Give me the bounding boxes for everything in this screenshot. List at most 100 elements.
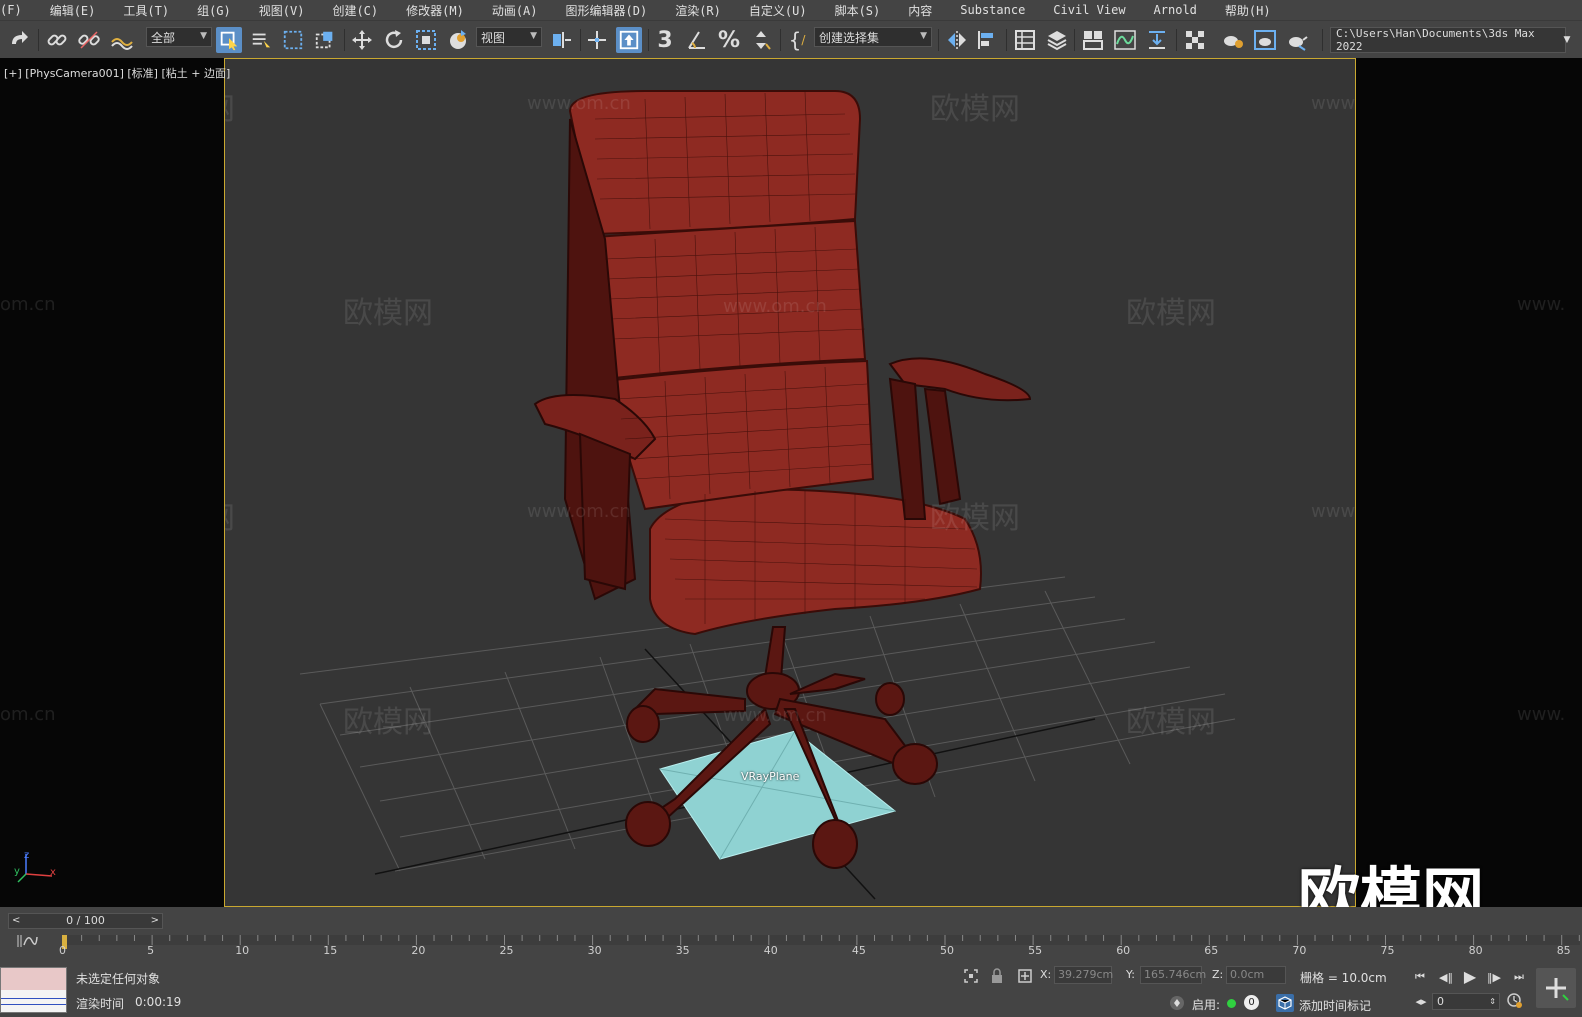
- active-viewport[interactable]: 欧模网 www.om.cn 欧模网 www.om.cn 欧模网 www.om.c…: [224, 58, 1356, 907]
- chevron-right-icon[interactable]: >: [151, 914, 159, 928]
- maxscript-listener-mini[interactable]: [0, 967, 67, 1013]
- watermark-text: 欧模网: [930, 92, 1020, 127]
- enable-count-badge[interactable]: 0: [1244, 995, 1259, 1010]
- chevron-down-icon[interactable]: ▼: [1558, 31, 1576, 49]
- mini-curve-editor-button[interactable]: [16, 933, 40, 953]
- render-time-value: 0:00:19: [135, 995, 182, 1009]
- adaptive-degradation-button[interactable]: [1168, 994, 1186, 1012]
- play-button[interactable]: ▶: [1461, 967, 1479, 986]
- x-coordinate-field[interactable]: 39.279cm: [1054, 966, 1113, 984]
- curve-editor-button[interactable]: [1112, 26, 1138, 54]
- named-selection-dropdown[interactable]: 创建选择集 ▼: [814, 27, 932, 47]
- selection-filter-dropdown[interactable]: 全部 ▼: [146, 27, 212, 47]
- percent-snap-button[interactable]: %: [716, 26, 742, 54]
- layer-explorer-button[interactable]: [1044, 26, 1070, 54]
- scale-button[interactable]: [413, 26, 439, 54]
- edit-named-selection-button[interactable]: {/: [784, 26, 810, 54]
- selection-lock-button[interactable]: [988, 967, 1006, 985]
- link-button[interactable]: [44, 26, 70, 54]
- menu-graph-editors[interactable]: 图形编辑器(D): [566, 2, 648, 19]
- add-time-tag-label[interactable]: 添加时间标记: [1299, 997, 1371, 1014]
- render-setup-button[interactable]: [1220, 26, 1246, 54]
- step-forward-icon: ‖▶︎: [1487, 970, 1501, 984]
- current-frame-field[interactable]: 0 ⇕: [1432, 993, 1500, 1010]
- menu-rendering[interactable]: 渲染(R): [675, 2, 721, 19]
- key-mode-toggle[interactable]: ◂▸: [1412, 992, 1430, 1010]
- viewport-navigation-button[interactable]: [1536, 968, 1576, 1008]
- scene-explorer-button[interactable]: [1012, 26, 1038, 54]
- curve-icon: [17, 935, 38, 947]
- snaps-toggle-button[interactable]: 3: [652, 26, 678, 54]
- enable-label: 启用:: [1192, 998, 1221, 1012]
- move-button[interactable]: [349, 26, 375, 54]
- angle-snap-button[interactable]: [684, 26, 710, 54]
- grid-size-text: 栅格 = 10.0cm: [1300, 971, 1387, 985]
- reference-coordinate-dropdown[interactable]: 视图 ▼: [476, 27, 542, 47]
- timeline-tick-label: 40: [763, 944, 778, 957]
- spinner-snap-button[interactable]: [748, 26, 774, 54]
- z-label: Z:: [1212, 968, 1224, 981]
- frame-window-icon: [1252, 27, 1278, 53]
- mirror-button[interactable]: [944, 26, 970, 54]
- z-coordinate-field[interactable]: 0.0cm: [1226, 966, 1286, 984]
- menu-help[interactable]: 帮助(H): [1225, 2, 1271, 19]
- menu-civil-view[interactable]: Civil View: [1053, 3, 1125, 17]
- bind-spacewarp-button[interactable]: [108, 26, 134, 54]
- menu-content[interactable]: 内容: [908, 2, 932, 19]
- shield-icon: [1170, 996, 1184, 1010]
- menu-edit[interactable]: 编辑(E): [50, 2, 96, 19]
- watermark-text: 欧模网: [343, 296, 433, 331]
- rotate-button[interactable]: [381, 26, 407, 54]
- absolute-mode-button[interactable]: [1016, 967, 1034, 985]
- menu-tools[interactable]: 工具(T): [123, 2, 169, 19]
- place-icon: [445, 27, 471, 53]
- time-slider[interactable]: < 0 / 100 >: [8, 913, 163, 929]
- rectangle-selection-button[interactable]: [280, 26, 306, 54]
- select-manipulate-button[interactable]: [584, 26, 610, 54]
- menu-customize[interactable]: 自定义(U): [749, 2, 807, 19]
- menu-modifiers[interactable]: 修改器(M): [406, 2, 464, 19]
- unlink-button[interactable]: [76, 26, 102, 54]
- go-to-start-button[interactable]: ⏮: [1411, 968, 1429, 986]
- toggle-ribbon-button[interactable]: [1080, 26, 1106, 54]
- menu-create[interactable]: 创建(C): [332, 2, 378, 19]
- window-crossing-button[interactable]: [312, 26, 338, 54]
- time-configuration-button[interactable]: [1506, 992, 1524, 1010]
- menu-file[interactable]: (F): [0, 3, 22, 17]
- y-coordinate-field[interactable]: 165.746cm: [1140, 966, 1206, 984]
- material-editor-button[interactable]: [1182, 26, 1208, 54]
- select-by-name-button[interactable]: [248, 26, 274, 54]
- chevron-left-icon[interactable]: <: [12, 914, 20, 928]
- pivot-center-button[interactable]: [548, 26, 574, 54]
- project-path-field[interactable]: C:\Users\Han\Documents\3ds Max 2022: [1330, 27, 1566, 53]
- redo-button[interactable]: [6, 26, 32, 54]
- render-production-button[interactable]: [1284, 26, 1310, 54]
- toolbar-separator: [580, 29, 581, 51]
- align-button[interactable]: [974, 26, 1000, 54]
- viewport-label[interactable]: [+] [PhysCamera001] [标准] [粘土 + 边面]: [4, 65, 230, 81]
- rendered-frame-window-button[interactable]: [1252, 26, 1278, 54]
- go-to-end-button[interactable]: ⏭: [1510, 968, 1528, 986]
- timeline-tick-label: 75: [1380, 944, 1395, 957]
- schematic-view-button[interactable]: [1144, 26, 1170, 54]
- menu-scripting[interactable]: 脚本(S): [835, 2, 881, 19]
- keyboard-shortcut-override-button[interactable]: [616, 26, 642, 54]
- timeline-tick-label: 60: [1116, 944, 1131, 957]
- timeline-track[interactable]: [62, 935, 1580, 959]
- menu-views[interactable]: 视图(V): [259, 2, 305, 19]
- menu-animation[interactable]: 动画(A): [492, 2, 538, 19]
- previous-frame-button[interactable]: ◀︎‖: [1437, 968, 1455, 986]
- isolate-selection-button[interactable]: [962, 967, 980, 985]
- toolbar-separator: [1006, 29, 1007, 51]
- menu-substance[interactable]: Substance: [960, 3, 1025, 17]
- next-frame-button[interactable]: ‖▶︎: [1485, 968, 1503, 986]
- scale-icon: [413, 27, 439, 53]
- link-icon: [44, 27, 70, 53]
- toolbar-separator: [648, 29, 649, 51]
- time-tag-button[interactable]: [1276, 994, 1294, 1012]
- menu-arnold[interactable]: Arnold: [1154, 3, 1197, 17]
- menu-group[interactable]: 组(G): [197, 2, 231, 19]
- place-button[interactable]: [445, 26, 471, 54]
- spinner-icon[interactable]: ⇕: [1489, 994, 1496, 1009]
- select-object-button[interactable]: [216, 26, 242, 54]
